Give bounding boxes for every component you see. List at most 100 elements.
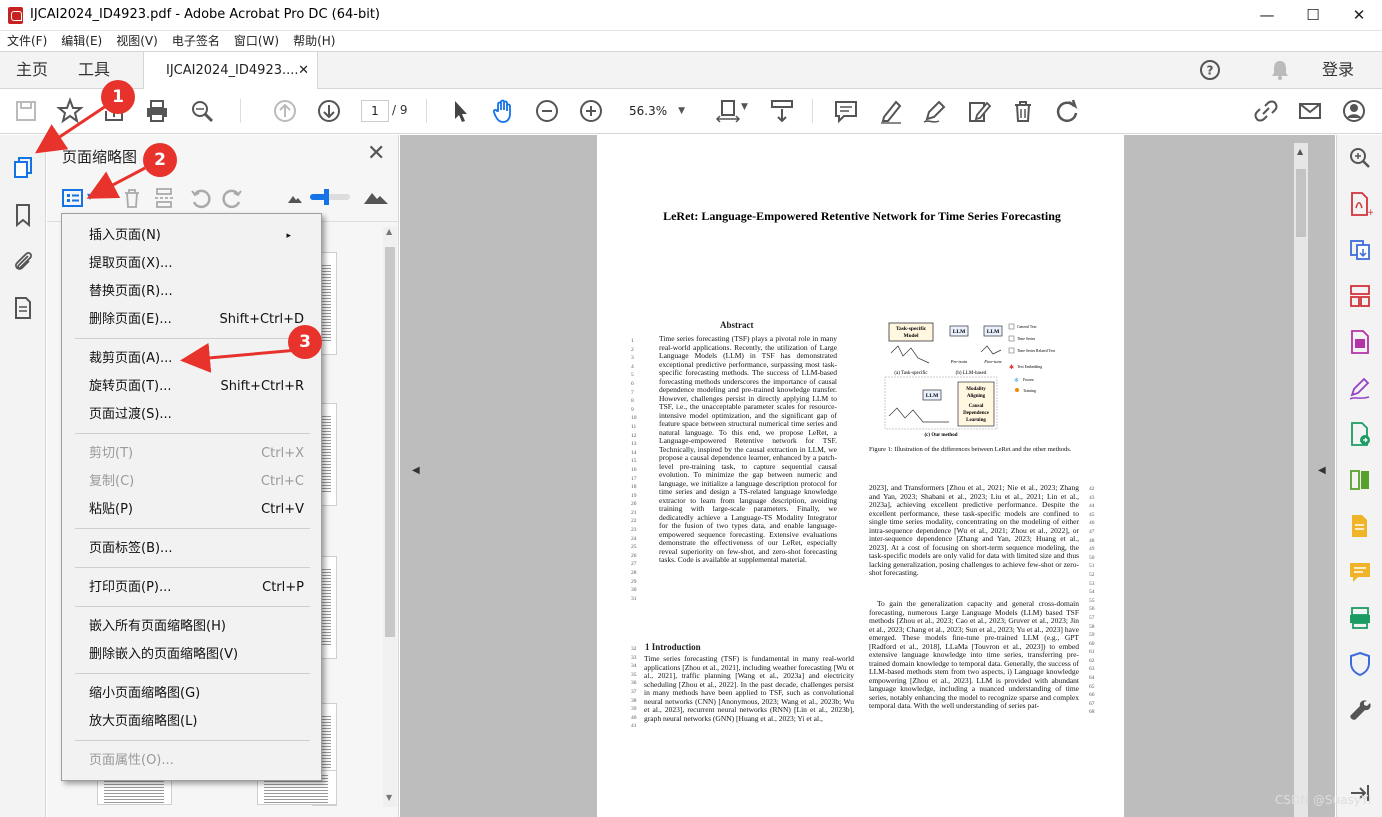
protect-shield-icon[interactable] — [1347, 651, 1373, 677]
collapse-left-icon[interactable]: ◀ — [412, 465, 420, 476]
thumbnail-size-slider[interactable] — [310, 189, 350, 205]
search-zoom-icon[interactable] — [1347, 145, 1373, 171]
create-pdf-icon[interactable]: + — [1347, 191, 1373, 217]
scroll-thumb[interactable] — [1296, 169, 1306, 237]
bookmark-icon[interactable] — [10, 202, 36, 228]
fill-sign-icon[interactable] — [965, 97, 993, 125]
page-fit-icon[interactable] — [714, 97, 742, 125]
highlight-pen-icon[interactable] — [877, 97, 905, 125]
zoom-out-icon[interactable] — [533, 97, 561, 125]
star-icon[interactable] — [56, 97, 84, 125]
compare-files-icon[interactable] — [1347, 467, 1373, 493]
title-bar: IJCAI2024_ID4923.pdf - Adobe Acrobat Pro… — [0, 0, 1382, 31]
page-number-input[interactable]: 1 — [361, 100, 389, 122]
menu-item-extract-pages[interactable]: 提取页面(X)... — [62, 251, 321, 277]
menu-item-remove-embedded-thumbnails[interactable]: 删除嵌入的页面缩略图(V) — [62, 642, 321, 668]
scan-ocr-icon[interactable] — [1347, 605, 1373, 631]
minimize-button[interactable]: — — [1244, 0, 1290, 31]
share-link-icon[interactable] — [1252, 97, 1280, 125]
next-page-icon[interactable] — [315, 97, 343, 125]
watermark: CSDN @SuasyYi — [1275, 793, 1372, 807]
scroll-up-icon[interactable]: ▲ — [1297, 147, 1303, 156]
menu-help[interactable]: 帮助(H) — [286, 31, 342, 51]
menu-file[interactable]: 文件(F) — [0, 31, 54, 51]
document-properties-icon[interactable] — [10, 295, 36, 321]
attachment-icon[interactable] — [10, 248, 36, 274]
menu-item-enlarge-thumbnails[interactable]: 放大页面缩略图(L) — [62, 709, 321, 735]
close-panel-icon[interactable]: ✕ — [367, 141, 385, 166]
hand-tool-icon[interactable] — [489, 97, 517, 125]
combine-files-icon[interactable] — [1347, 237, 1373, 263]
menu-item-rotate-pages[interactable]: 旋转页面(T)... Shift+Ctrl+R — [62, 374, 321, 400]
zoom-in-icon[interactable] — [577, 97, 605, 125]
document-scrollbar[interactable]: ▲ — [1294, 143, 1308, 817]
line-numbers-left: 1 2 3 4 5 6 7 8 9 10 11 12 13 14 15 16 1… — [631, 338, 637, 602]
close-window-button[interactable]: ✕ — [1336, 0, 1382, 31]
small-mountain-icon[interactable] — [287, 191, 303, 205]
menu-edit[interactable]: 编辑(E) — [54, 31, 109, 51]
menu-separator — [75, 673, 310, 674]
menu-item-page-transitions[interactable]: 页面过渡(S)... — [62, 402, 321, 428]
large-mountain-icon[interactable] — [363, 188, 389, 206]
tab-tools[interactable]: 工具 — [78, 52, 110, 89]
chevron-down-icon[interactable]: ▼ — [87, 192, 93, 201]
select-cursor-icon[interactable] — [446, 97, 474, 125]
tab-close-icon[interactable]: ✕ — [298, 52, 309, 89]
draw-pen-icon[interactable] — [921, 97, 949, 125]
intro-heading: 1 Introduction — [645, 642, 701, 652]
menu-item-delete-pages[interactable]: 删除页面(E)... Shift+Ctrl+D — [62, 307, 321, 333]
rotate-icon[interactable] — [1053, 97, 1081, 125]
menu-item-embed-thumbnails[interactable]: 嵌入所有页面缩略图(H) — [62, 614, 321, 640]
menu-item-replace-pages[interactable]: 替换页面(R)... — [62, 279, 321, 305]
more-tools-wrench-icon[interactable] — [1347, 697, 1373, 723]
tab-document[interactable]: IJCAI2024_ID4923.... ✕ — [143, 52, 318, 90]
edit-pdf-icon[interactable] — [1347, 329, 1373, 355]
main-toolbar: 1 / 9 56.3% ▼ ▼ — [0, 89, 1382, 134]
options-menu-icon[interactable] — [61, 187, 85, 209]
email-icon[interactable] — [1296, 97, 1324, 125]
menu-separator — [75, 528, 310, 529]
comment-tool-icon[interactable] — [1347, 559, 1373, 585]
print-icon[interactable] — [143, 97, 171, 125]
prev-page-icon[interactable] — [271, 97, 299, 125]
chevron-down-icon[interactable]: ▼ — [741, 102, 748, 112]
tab-home[interactable]: 主页 — [16, 52, 48, 89]
menu-bar: 文件(F) 编辑(E) 视图(V) 电子签名 窗口(W) 帮助(H) — [0, 31, 1382, 51]
send-for-comments-icon[interactable] — [1347, 513, 1373, 539]
slider-handle[interactable] — [324, 189, 329, 205]
save-icon[interactable] — [12, 97, 40, 125]
page-thumbnails-icon[interactable] — [10, 155, 36, 181]
comment-icon[interactable] — [832, 97, 860, 125]
add-user-icon[interactable] — [1340, 97, 1368, 125]
delete-icon[interactable] — [1009, 97, 1037, 125]
menu-item-print-pages[interactable]: 打印页面(P)... Ctrl+P — [62, 575, 321, 601]
scroll-thumb[interactable] — [385, 247, 395, 637]
menu-separator — [75, 606, 310, 607]
step-badge-1: 1 — [101, 80, 135, 114]
bell-icon[interactable] — [1270, 59, 1290, 81]
export-pdf-icon[interactable] — [1347, 421, 1373, 447]
fig-llm-1: LLM — [953, 329, 966, 335]
menu-item-reduce-thumbnails[interactable]: 缩小页面缩略图(G) — [62, 681, 321, 707]
fig-task-specific-label: Task-specific — [896, 326, 927, 332]
help-icon[interactable]: ? — [1199, 59, 1221, 81]
menu-item-page-labels[interactable]: 页面标签(B)... — [62, 536, 321, 562]
organize-pages-icon[interactable] — [1347, 283, 1373, 309]
zoom-level-select[interactable]: 56.3% ▼ — [617, 100, 691, 122]
maximize-button[interactable]: ☐ — [1290, 0, 1336, 31]
menu-item-crop-pages[interactable]: 裁剪页面(A)... — [62, 346, 321, 372]
scrolling-mode-icon[interactable] — [768, 97, 796, 125]
menu-window[interactable]: 窗口(W) — [227, 31, 286, 51]
tab-document-label: IJCAI2024_ID4923.... — [166, 63, 299, 78]
collapse-right-icon[interactable]: ◀ — [1318, 465, 1326, 476]
menu-esign[interactable]: 电子签名 — [165, 31, 227, 51]
scroll-down-icon[interactable]: ▼ — [386, 793, 392, 802]
menu-view[interactable]: 视图(V) — [109, 31, 165, 51]
panel-scrollbar[interactable]: ▲ ▼ — [383, 227, 397, 807]
menu-item-paste[interactable]: 粘贴(P) Ctrl+V — [62, 497, 321, 523]
fill-and-sign-icon[interactable] — [1347, 375, 1373, 401]
signin-button[interactable]: 登录 — [1322, 52, 1354, 89]
scroll-up-icon[interactable]: ▲ — [386, 227, 392, 236]
menu-item-insert-pages[interactable]: 插入页面(N) ▸ — [62, 223, 321, 249]
find-zoom-icon[interactable] — [188, 97, 216, 125]
